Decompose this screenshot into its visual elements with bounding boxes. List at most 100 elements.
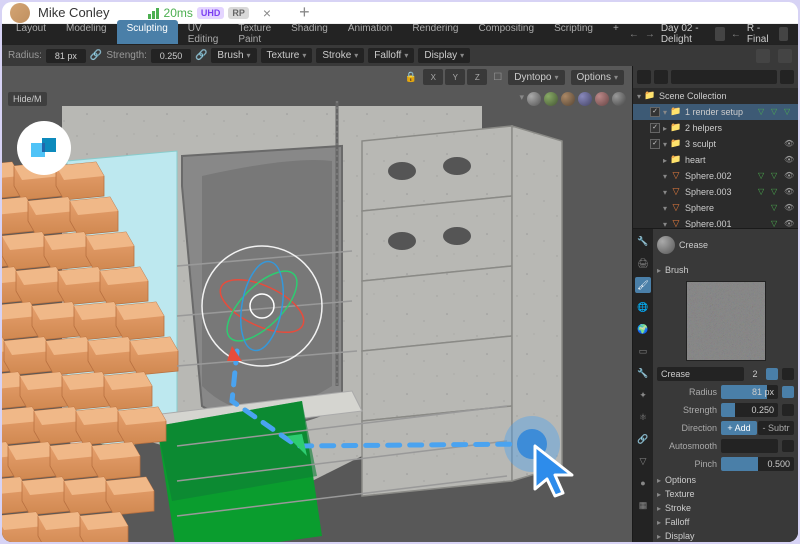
link-icon-2[interactable]: 🔗 bbox=[195, 50, 207, 61]
prev-button[interactable]: ← bbox=[731, 29, 741, 40]
outliner-item[interactable]: 📁heart👁 bbox=[633, 152, 798, 168]
outliner-item[interactable]: 📁1 render setup▽▽▽ bbox=[633, 104, 798, 120]
brush-name: Crease bbox=[679, 240, 708, 250]
constraint-tab[interactable]: 🔗 bbox=[635, 431, 651, 447]
outliner-icon[interactable] bbox=[637, 70, 651, 84]
outliner-item[interactable]: ▽Sphere.002▽▽👁 bbox=[633, 168, 798, 184]
3d-viewport[interactable]: 🔒 X Y Z ☐ Dyntopo Options ▾ bbox=[2, 66, 632, 542]
texture-tab[interactable]: ▦ bbox=[635, 497, 651, 513]
toolbar-icon[interactable] bbox=[756, 49, 770, 63]
back-button[interactable]: ← bbox=[629, 29, 639, 40]
signal-bars-icon bbox=[148, 7, 160, 19]
collection-icon: 📁 bbox=[644, 90, 656, 102]
output-tab[interactable]: 🖨 bbox=[635, 255, 651, 271]
stroke-dropdown[interactable]: Stroke bbox=[316, 48, 364, 63]
outliner-root: 📁 Scene Collection bbox=[633, 88, 798, 104]
autosmooth-pressure-icon[interactable] bbox=[782, 440, 794, 452]
matcap-3[interactable] bbox=[561, 92, 575, 106]
brush-section[interactable]: Brush bbox=[657, 263, 794, 277]
link-icon[interactable]: 🔗 bbox=[90, 50, 102, 61]
header-icon-2[interactable] bbox=[779, 27, 788, 41]
brush-dropdown[interactable]: Brush bbox=[211, 48, 256, 63]
radius-slider[interactable]: 81 px bbox=[721, 385, 778, 399]
section-display[interactable]: Display bbox=[657, 529, 794, 542]
workspace-tabs: LayoutModelingSculptingUV EditingTexture… bbox=[2, 24, 798, 44]
scene-tab[interactable]: 🌐 bbox=[635, 299, 651, 315]
fake-user-icon[interactable] bbox=[766, 368, 778, 380]
pinch-slider[interactable]: 0.500 bbox=[721, 457, 794, 471]
username: Mike Conley bbox=[38, 5, 110, 20]
section-stroke[interactable]: Stroke bbox=[657, 501, 794, 515]
properties-body: Crease Brush Crease 2 Radius 81 px bbox=[653, 229, 798, 542]
brush-select[interactable]: Crease bbox=[657, 367, 744, 381]
falloff-dropdown[interactable]: Falloff bbox=[368, 48, 414, 63]
radius-label: Radius bbox=[657, 387, 717, 397]
brush-texture-preview[interactable] bbox=[686, 281, 766, 361]
physics-tab[interactable]: ⚛ bbox=[635, 409, 651, 425]
cursor-pointer-icon bbox=[527, 441, 587, 511]
direction-label: Direction bbox=[657, 423, 717, 433]
radius-pressure-icon[interactable] bbox=[782, 386, 794, 398]
outliner-item[interactable]: 📁3 sculpt👁 bbox=[633, 136, 798, 152]
day-label: Day 02 - Delight bbox=[661, 23, 710, 45]
autosmooth-label: Autosmooth bbox=[657, 441, 717, 451]
lock-icon[interactable]: 🔒 bbox=[405, 72, 417, 83]
strength-label: Strength: bbox=[106, 50, 147, 61]
add-button: + Add bbox=[721, 421, 757, 435]
dyntopo-dropdown[interactable]: Dyntopo bbox=[508, 70, 564, 85]
outliner-item[interactable]: ▽Sphere▽👁 bbox=[633, 200, 798, 216]
sidebar: 📁 Scene Collection 📁1 render setup▽▽▽📁2 … bbox=[632, 66, 798, 542]
forward-button[interactable]: → bbox=[645, 29, 655, 40]
brush-close-icon[interactable] bbox=[782, 368, 794, 380]
section-options[interactable]: Options bbox=[657, 473, 794, 487]
render-label: R - Final bbox=[747, 23, 773, 45]
options-dropdown[interactable]: Options bbox=[571, 70, 624, 85]
latency-value: 20ms bbox=[164, 6, 193, 20]
matcap-6[interactable] bbox=[612, 92, 626, 106]
outliner-search[interactable] bbox=[671, 70, 777, 84]
performance-indicator: 20ms UHD RP bbox=[148, 6, 249, 20]
matcap-4[interactable] bbox=[578, 92, 592, 106]
display-dropdown[interactable]: Display bbox=[418, 48, 470, 63]
filter-icon[interactable] bbox=[780, 70, 794, 84]
outliner-item[interactable]: ▽Sphere.001▽👁 bbox=[633, 216, 798, 228]
dyntopo-checkbox[interactable]: ☐ bbox=[493, 72, 502, 83]
hide-mask-label[interactable]: Hide/M bbox=[8, 92, 47, 106]
render-tab[interactable]: 🔧 bbox=[635, 233, 651, 249]
texture-dropdown[interactable]: Texture bbox=[261, 48, 313, 63]
direction-toggle[interactable]: + Add - Subtr bbox=[721, 421, 794, 435]
properties-panel: 🔧 🖨 🖌 🌐 🌍 ▭ 🔧 ✦ ⚛ 🔗 ▽ ● ▦ bbox=[633, 228, 798, 542]
axis-lock[interactable]: X Y Z bbox=[423, 69, 487, 85]
particle-tab[interactable]: ✦ bbox=[635, 387, 651, 403]
modifier-tab[interactable]: 🔧 bbox=[635, 365, 651, 381]
tool-tab[interactable]: 🖌 bbox=[635, 277, 651, 293]
outliner-header bbox=[633, 66, 798, 88]
strength-slider[interactable]: 0.250 bbox=[721, 403, 778, 417]
object-tab[interactable]: ▭ bbox=[635, 343, 651, 359]
strength-label: Strength bbox=[657, 405, 717, 415]
data-tab[interactable]: ▽ bbox=[635, 453, 651, 469]
matcap-dropdown-icon[interactable]: ▾ bbox=[519, 92, 524, 106]
section-falloff[interactable]: Falloff bbox=[657, 515, 794, 529]
close-tab-button[interactable]: × bbox=[263, 5, 271, 21]
view-layer-icon[interactable] bbox=[654, 70, 668, 84]
outliner[interactable]: 📁 Scene Collection 📁1 render setup▽▽▽📁2 … bbox=[633, 88, 798, 228]
blender-app: LayoutModelingSculptingUV EditingTexture… bbox=[2, 24, 798, 542]
material-tab[interactable]: ● bbox=[635, 475, 651, 491]
matcap-5[interactable] bbox=[595, 92, 609, 106]
viewport-header: 🔒 X Y Z ☐ Dyntopo Options bbox=[2, 66, 632, 88]
header-icon[interactable] bbox=[715, 27, 724, 41]
strength-input[interactable] bbox=[151, 49, 191, 63]
outliner-item[interactable]: 📁2 helpers bbox=[633, 120, 798, 136]
matcap-1[interactable] bbox=[527, 92, 541, 106]
strength-pressure-icon[interactable] bbox=[782, 404, 794, 416]
matcap-2[interactable] bbox=[544, 92, 558, 106]
autosmooth-slider[interactable] bbox=[721, 439, 778, 453]
world-tab[interactable]: 🌍 bbox=[635, 321, 651, 337]
toolbar-funnel-icon[interactable] bbox=[778, 49, 792, 63]
radius-input[interactable] bbox=[46, 49, 86, 63]
section-texture[interactable]: Texture bbox=[657, 487, 794, 501]
rp-badge: RP bbox=[228, 7, 249, 19]
brush-count: 2 bbox=[748, 369, 762, 379]
outliner-item[interactable]: ▽Sphere.003▽▽👁 bbox=[633, 184, 798, 200]
